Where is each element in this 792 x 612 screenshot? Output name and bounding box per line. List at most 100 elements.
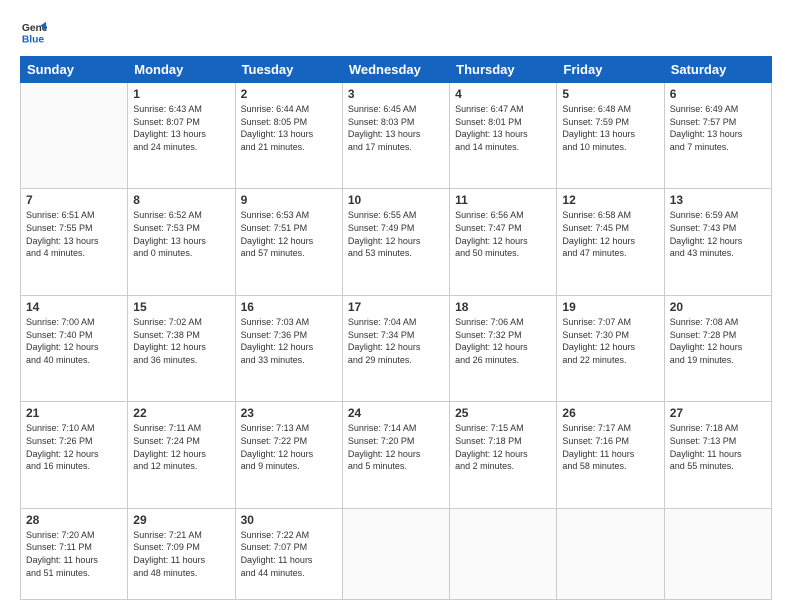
- day-info: Sunrise: 6:58 AM Sunset: 7:45 PM Dayligh…: [562, 209, 658, 259]
- day-info: Sunrise: 7:14 AM Sunset: 7:20 PM Dayligh…: [348, 422, 444, 472]
- day-number: 16: [241, 300, 337, 314]
- day-cell: [664, 508, 771, 599]
- day-number: 30: [241, 513, 337, 527]
- day-info: Sunrise: 7:13 AM Sunset: 7:22 PM Dayligh…: [241, 422, 337, 472]
- day-info: Sunrise: 7:21 AM Sunset: 7:09 PM Dayligh…: [133, 529, 229, 579]
- day-number: 2: [241, 87, 337, 101]
- day-number: 3: [348, 87, 444, 101]
- day-cell: [557, 508, 664, 599]
- day-info: Sunrise: 6:48 AM Sunset: 7:59 PM Dayligh…: [562, 103, 658, 153]
- day-cell: 11 Sunrise: 6:56 AM Sunset: 7:47 PM Dayli…: [450, 189, 557, 295]
- day-cell: 28 Sunrise: 7:20 AM Sunset: 7:11 PM Dayli…: [21, 508, 128, 599]
- day-info: Sunrise: 7:22 AM Sunset: 7:07 PM Dayligh…: [241, 529, 337, 579]
- day-info: Sunrise: 7:06 AM Sunset: 7:32 PM Dayligh…: [455, 316, 551, 366]
- day-number: 12: [562, 193, 658, 207]
- day-info: Sunrise: 7:08 AM Sunset: 7:28 PM Dayligh…: [670, 316, 766, 366]
- weekday-friday: Friday: [557, 57, 664, 83]
- day-number: 11: [455, 193, 551, 207]
- day-info: Sunrise: 6:53 AM Sunset: 7:51 PM Dayligh…: [241, 209, 337, 259]
- day-cell: 13 Sunrise: 6:59 AM Sunset: 7:43 PM Dayli…: [664, 189, 771, 295]
- day-cell: 14 Sunrise: 7:00 AM Sunset: 7:40 PM Dayli…: [21, 295, 128, 401]
- day-info: Sunrise: 7:03 AM Sunset: 7:36 PM Dayligh…: [241, 316, 337, 366]
- day-cell: 19Sunrise: 7:07 AM Sunset: 7:30 PM Dayli…: [557, 295, 664, 401]
- day-number: 25: [455, 406, 551, 420]
- day-number: 19: [562, 300, 658, 314]
- day-cell: 2 Sunrise: 6:44 AM Sunset: 8:05 PM Daylig…: [235, 83, 342, 189]
- day-cell: 16 Sunrise: 7:03 AM Sunset: 7:36 PM Dayli…: [235, 295, 342, 401]
- week-row-2: 7 Sunrise: 6:51 AM Sunset: 7:55 PM Daylig…: [21, 189, 772, 295]
- week-row-1: 1Sunrise: 6:43 AM Sunset: 8:07 PM Daylig…: [21, 83, 772, 189]
- day-cell: 20 Sunrise: 7:08 AM Sunset: 7:28 PM Dayli…: [664, 295, 771, 401]
- day-number: 18: [455, 300, 551, 314]
- day-cell: 22 Sunrise: 7:11 AM Sunset: 7:24 PM Dayli…: [128, 402, 235, 508]
- day-cell: 23Sunrise: 7:13 AM Sunset: 7:22 PM Dayli…: [235, 402, 342, 508]
- day-cell: [450, 508, 557, 599]
- weekday-saturday: Saturday: [664, 57, 771, 83]
- day-number: 7: [26, 193, 122, 207]
- weekday-sunday: Sunday: [21, 57, 128, 83]
- day-cell: 10 Sunrise: 6:55 AM Sunset: 7:49 PM Dayli…: [342, 189, 449, 295]
- day-number: 20: [670, 300, 766, 314]
- day-info: Sunrise: 6:51 AM Sunset: 7:55 PM Dayligh…: [26, 209, 122, 259]
- day-number: 21: [26, 406, 122, 420]
- day-cell: 8 Sunrise: 6:52 AM Sunset: 7:53 PM Daylig…: [128, 189, 235, 295]
- day-cell: 5 Sunrise: 6:48 AM Sunset: 7:59 PM Daylig…: [557, 83, 664, 189]
- day-cell: 7 Sunrise: 6:51 AM Sunset: 7:55 PM Daylig…: [21, 189, 128, 295]
- day-cell: 1Sunrise: 6:43 AM Sunset: 8:07 PM Daylig…: [128, 83, 235, 189]
- day-number: 17: [348, 300, 444, 314]
- day-info: Sunrise: 6:55 AM Sunset: 7:49 PM Dayligh…: [348, 209, 444, 259]
- day-number: 28: [26, 513, 122, 527]
- day-cell: [21, 83, 128, 189]
- day-number: 24: [348, 406, 444, 420]
- day-info: Sunrise: 7:11 AM Sunset: 7:24 PM Dayligh…: [133, 422, 229, 472]
- weekday-tuesday: Tuesday: [235, 57, 342, 83]
- day-cell: 9 Sunrise: 6:53 AM Sunset: 7:51 PM Daylig…: [235, 189, 342, 295]
- day-cell: 18 Sunrise: 7:06 AM Sunset: 7:32 PM Dayli…: [450, 295, 557, 401]
- day-info: Sunrise: 6:59 AM Sunset: 7:43 PM Dayligh…: [670, 209, 766, 259]
- weekday-header-row: SundayMondayTuesdayWednesdayThursdayFrid…: [21, 57, 772, 83]
- day-number: 8: [133, 193, 229, 207]
- day-number: 22: [133, 406, 229, 420]
- day-info: Sunrise: 6:43 AM Sunset: 8:07 PM Dayligh…: [133, 103, 229, 153]
- weekday-monday: Monday: [128, 57, 235, 83]
- svg-text:Blue: Blue: [22, 34, 45, 45]
- day-info: Sunrise: 6:56 AM Sunset: 7:47 PM Dayligh…: [455, 209, 551, 259]
- day-number: 13: [670, 193, 766, 207]
- day-number: 15: [133, 300, 229, 314]
- weekday-wednesday: Wednesday: [342, 57, 449, 83]
- day-info: Sunrise: 6:52 AM Sunset: 7:53 PM Dayligh…: [133, 209, 229, 259]
- day-number: 14: [26, 300, 122, 314]
- day-info: Sunrise: 6:47 AM Sunset: 8:01 PM Dayligh…: [455, 103, 551, 153]
- day-cell: 25 Sunrise: 7:15 AM Sunset: 7:18 PM Dayli…: [450, 402, 557, 508]
- day-number: 9: [241, 193, 337, 207]
- day-info: Sunrise: 7:20 AM Sunset: 7:11 PM Dayligh…: [26, 529, 122, 579]
- day-number: 6: [670, 87, 766, 101]
- day-cell: 27Sunrise: 7:18 AM Sunset: 7:13 PM Dayli…: [664, 402, 771, 508]
- day-info: Sunrise: 7:17 AM Sunset: 7:16 PM Dayligh…: [562, 422, 658, 472]
- day-cell: 29 Sunrise: 7:21 AM Sunset: 7:09 PM Dayli…: [128, 508, 235, 599]
- day-cell: 3Sunrise: 6:45 AM Sunset: 8:03 PM Daylig…: [342, 83, 449, 189]
- day-cell: 21Sunrise: 7:10 AM Sunset: 7:26 PM Dayli…: [21, 402, 128, 508]
- page: General Blue SundayMondayTuesdayWednesda…: [0, 0, 792, 612]
- logo-icon: General Blue: [20, 18, 48, 46]
- day-cell: 4 Sunrise: 6:47 AM Sunset: 8:01 PM Daylig…: [450, 83, 557, 189]
- day-cell: 12 Sunrise: 6:58 AM Sunset: 7:45 PM Dayli…: [557, 189, 664, 295]
- day-number: 10: [348, 193, 444, 207]
- day-cell: 15Sunrise: 7:02 AM Sunset: 7:38 PM Dayli…: [128, 295, 235, 401]
- day-number: 4: [455, 87, 551, 101]
- week-row-5: 28 Sunrise: 7:20 AM Sunset: 7:11 PM Dayli…: [21, 508, 772, 599]
- day-info: Sunrise: 7:00 AM Sunset: 7:40 PM Dayligh…: [26, 316, 122, 366]
- day-number: 26: [562, 406, 658, 420]
- day-cell: 17Sunrise: 7:04 AM Sunset: 7:34 PM Dayli…: [342, 295, 449, 401]
- day-number: 5: [562, 87, 658, 101]
- day-info: Sunrise: 7:18 AM Sunset: 7:13 PM Dayligh…: [670, 422, 766, 472]
- day-info: Sunrise: 6:44 AM Sunset: 8:05 PM Dayligh…: [241, 103, 337, 153]
- day-number: 29: [133, 513, 229, 527]
- logo: General Blue: [20, 18, 52, 46]
- day-cell: 26 Sunrise: 7:17 AM Sunset: 7:16 PM Dayli…: [557, 402, 664, 508]
- day-cell: 30 Sunrise: 7:22 AM Sunset: 7:07 PM Dayli…: [235, 508, 342, 599]
- calendar-table: SundayMondayTuesdayWednesdayThursdayFrid…: [20, 56, 772, 600]
- weekday-thursday: Thursday: [450, 57, 557, 83]
- day-info: Sunrise: 6:49 AM Sunset: 7:57 PM Dayligh…: [670, 103, 766, 153]
- day-info: Sunrise: 7:15 AM Sunset: 7:18 PM Dayligh…: [455, 422, 551, 472]
